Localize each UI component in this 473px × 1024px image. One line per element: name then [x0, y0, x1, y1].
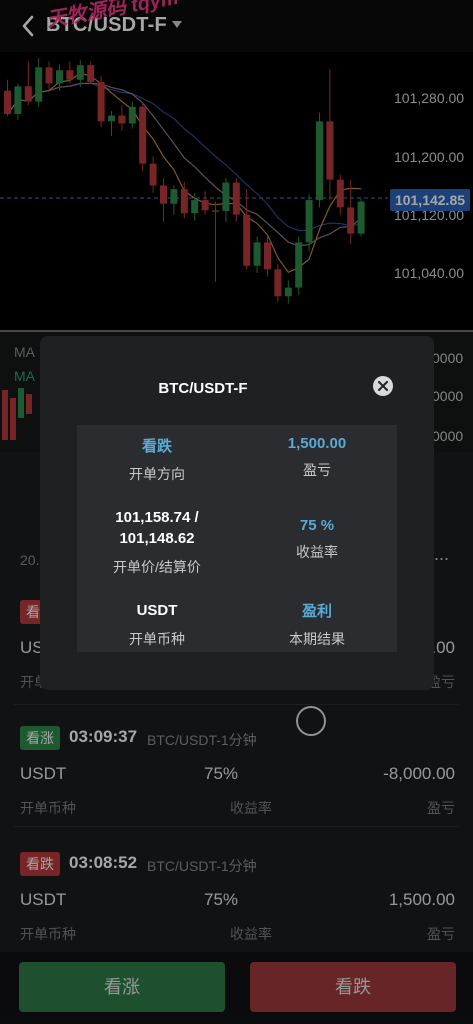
- order-detail-table: 看跌 开单方向 1,500.00 盈亏 101,158.74 / 101,148…: [77, 425, 397, 652]
- rate-cell: 75 % 收益率: [237, 517, 397, 562]
- result-label: 本期结果: [289, 631, 345, 647]
- direction-label: 开单方向: [129, 466, 185, 482]
- pnl-label: 盈亏: [303, 462, 331, 478]
- rate-label: 收益率: [296, 544, 338, 560]
- settle-price-value: 101,148.62: [119, 530, 195, 547]
- result-value: 盈利: [301, 603, 332, 620]
- price-cell: 101,158.74 / 101,148.62 开单价/结算价: [77, 507, 237, 577]
- coin-label: 开单币种: [129, 631, 185, 647]
- coin-cell: USDT 开单币种: [77, 600, 237, 649]
- order-result-dialog: BTC/USDT-F 看跌 开单方向 1,500.00 盈亏 101,158.7…: [40, 336, 434, 690]
- direction-cell: 看跌 开单方向: [77, 435, 237, 484]
- pnl-value: 1,500.00: [287, 435, 347, 452]
- pnl-cell: 1,500.00 盈亏: [237, 435, 397, 480]
- coin-value: USDT: [136, 602, 178, 619]
- open-price-value: 101,158.74 /: [115, 509, 199, 526]
- price-label: 开单价/结算价: [113, 559, 201, 575]
- dialog-title: BTC/USDT-F: [158, 380, 248, 397]
- close-icon: [378, 381, 388, 391]
- rate-value: 75 %: [299, 517, 335, 534]
- close-button[interactable]: [373, 376, 393, 396]
- result-cell: 盈利 本期结果: [237, 600, 397, 649]
- direction-value: 看跌: [141, 438, 172, 455]
